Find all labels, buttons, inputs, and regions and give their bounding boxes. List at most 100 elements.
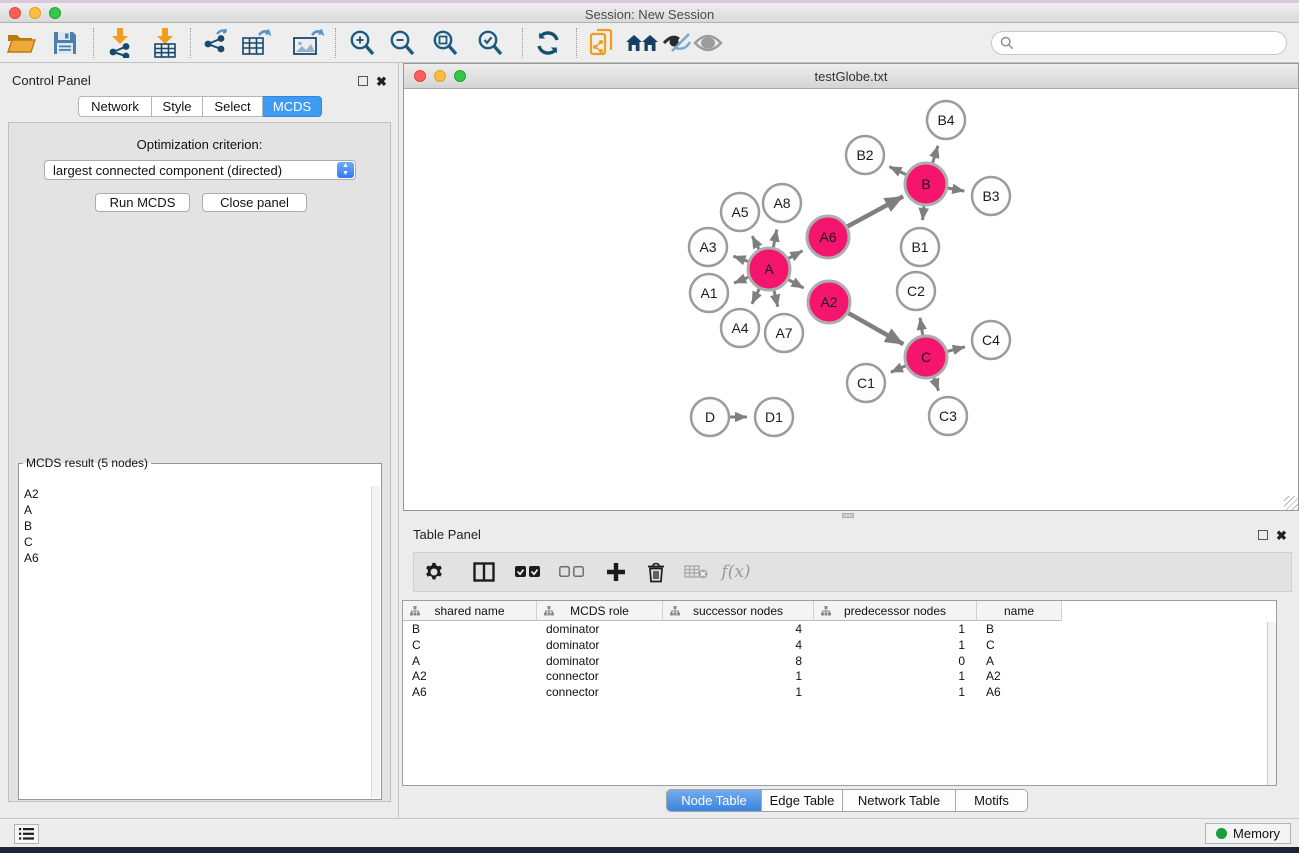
float-panel-icon[interactable] (358, 73, 368, 91)
cell[interactable]: connector (537, 668, 663, 684)
control-panel: Control Panel ✖ NetworkStyleSelectMCDS O… (0, 63, 399, 818)
float-table-panel-icon[interactable] (1258, 527, 1268, 545)
cell[interactable]: A6 (977, 684, 1062, 700)
network-graph[interactable]: B4B2BB3A5A8A6B1A3AC2A1A2A4A7C4CC1DD1C3 (404, 89, 1298, 510)
import-table-icon[interactable] (146, 25, 184, 61)
cell[interactable]: 1 (814, 621, 977, 637)
refresh-network-icon[interactable] (529, 25, 567, 61)
search-input[interactable] (1019, 36, 1286, 51)
memory-button[interactable]: Memory (1205, 823, 1291, 844)
home-layout-icon[interactable] (623, 25, 661, 61)
tab-network[interactable]: Network (78, 96, 152, 117)
delete-table-icon[interactable] (676, 554, 716, 590)
table-row[interactable]: A2connector11A2 (403, 668, 1276, 684)
cell[interactable]: 8 (663, 653, 814, 669)
cell[interactable]: 1 (663, 668, 814, 684)
cell[interactable]: B (977, 621, 1062, 637)
zoom-selected-icon[interactable] (471, 25, 509, 61)
cell[interactable]: 4 (663, 621, 814, 637)
svg-text:B2: B2 (856, 147, 873, 163)
add-row-icon[interactable] (596, 554, 636, 590)
export-network-icon[interactable] (197, 25, 235, 61)
tab-motifs[interactable]: Motifs (956, 790, 1027, 811)
cell[interactable]: A (977, 653, 1062, 669)
tab-network-table[interactable]: Network Table (843, 790, 956, 811)
toolbar-separator (335, 28, 336, 58)
cell[interactable]: A6 (403, 684, 537, 700)
table-row[interactable]: A6connector11A6 (403, 684, 1276, 700)
svg-text:A6: A6 (819, 229, 836, 245)
tab-mcds[interactable]: MCDS (263, 96, 322, 117)
tab-node-table[interactable]: Node Table (667, 790, 762, 811)
cell[interactable]: 1 (814, 637, 977, 653)
cell[interactable]: 4 (663, 637, 814, 653)
export-image-icon[interactable] (289, 25, 327, 61)
result-item[interactable]: C (20, 534, 371, 550)
tab-style[interactable]: Style (152, 96, 203, 117)
cell[interactable]: dominator (537, 637, 663, 653)
control-panel-title: Control Panel (12, 72, 91, 90)
result-item[interactable]: B (20, 518, 371, 534)
cell[interactable]: A (403, 653, 537, 669)
list-icon (19, 828, 34, 840)
cell[interactable]: 1 (814, 684, 977, 700)
table-row[interactable]: Cdominator41C (403, 637, 1276, 653)
zoom-out-icon[interactable] (383, 25, 421, 61)
criterion-select[interactable]: largest connected component (directed) ▲… (44, 160, 356, 180)
close-panel-icon[interactable]: ✖ (376, 73, 387, 91)
show-graphics-details-icon[interactable] (689, 25, 727, 61)
network-canvas[interactable]: B4B2BB3A5A8A6B1A3AC2A1A2A4A7C4CC1DD1C3 (404, 89, 1298, 510)
column-settings-icon[interactable] (414, 554, 454, 590)
table-header-row: shared nameMCDS rolesuccessor nodesprede… (403, 601, 1276, 621)
column-header-name[interactable]: name (977, 601, 1062, 621)
cell[interactable]: A2 (977, 668, 1062, 684)
cell[interactable]: B (403, 621, 537, 637)
function-builder-icon[interactable]: f(x) (716, 554, 756, 590)
export-table-icon[interactable] (237, 25, 275, 61)
result-item[interactable]: A6 (20, 550, 371, 566)
optimization-criterion-label: Optimization criterion: (9, 137, 390, 152)
select-stepper-icon: ▲▼ (337, 162, 354, 178)
cell[interactable]: 1 (663, 684, 814, 700)
cell[interactable]: dominator (537, 653, 663, 669)
result-scrollbar[interactable] (371, 486, 380, 798)
column-header-successor-nodes[interactable]: successor nodes (663, 601, 814, 621)
network-file-share-icon[interactable] (583, 25, 621, 61)
result-item[interactable]: A2 (20, 486, 371, 502)
task-history-button[interactable] (14, 824, 39, 844)
open-session-icon[interactable] (2, 25, 40, 61)
cell[interactable]: A2 (403, 668, 537, 684)
mcds-result-list[interactable]: A2ABCA6 (20, 486, 371, 798)
memory-label: Memory (1233, 826, 1280, 841)
save-session-icon[interactable] (46, 25, 84, 61)
table-scrollbar[interactable] (1267, 622, 1276, 785)
cell[interactable]: 0 (814, 653, 977, 669)
resize-grip-icon[interactable] (1284, 496, 1298, 510)
zoom-fit-icon[interactable] (426, 25, 464, 61)
split-view-icon[interactable] (464, 554, 504, 590)
table-row[interactable]: Bdominator41B (403, 621, 1276, 637)
tab-select[interactable]: Select (203, 96, 263, 117)
import-network-icon[interactable] (101, 25, 139, 61)
cell[interactable]: dominator (537, 621, 663, 637)
close-panel-button[interactable]: Close panel (202, 193, 307, 212)
select-all-checkboxes-icon[interactable] (508, 554, 548, 590)
column-header-predecessor-nodes[interactable]: predecessor nodes (814, 601, 977, 621)
column-header-MCDS-role[interactable]: MCDS role (537, 601, 663, 621)
svg-text:C3: C3 (939, 408, 957, 424)
deselect-all-checkboxes-icon[interactable] (552, 554, 592, 590)
table-row[interactable]: Adominator80A (403, 653, 1276, 669)
result-item[interactable]: A (20, 502, 371, 518)
svg-text:C2: C2 (907, 283, 925, 299)
close-table-panel-icon[interactable]: ✖ (1276, 527, 1287, 545)
column-header-shared-name[interactable]: shared name (403, 601, 537, 621)
toolbar-separator (576, 28, 577, 58)
cell[interactable]: C (403, 637, 537, 653)
zoom-in-icon[interactable] (343, 25, 381, 61)
cell[interactable]: 1 (814, 668, 977, 684)
tab-edge-table[interactable]: Edge Table (762, 790, 843, 811)
delete-row-icon[interactable] (636, 554, 676, 590)
cell[interactable]: C (977, 637, 1062, 653)
run-mcds-button[interactable]: Run MCDS (95, 193, 190, 212)
cell[interactable]: connector (537, 684, 663, 700)
